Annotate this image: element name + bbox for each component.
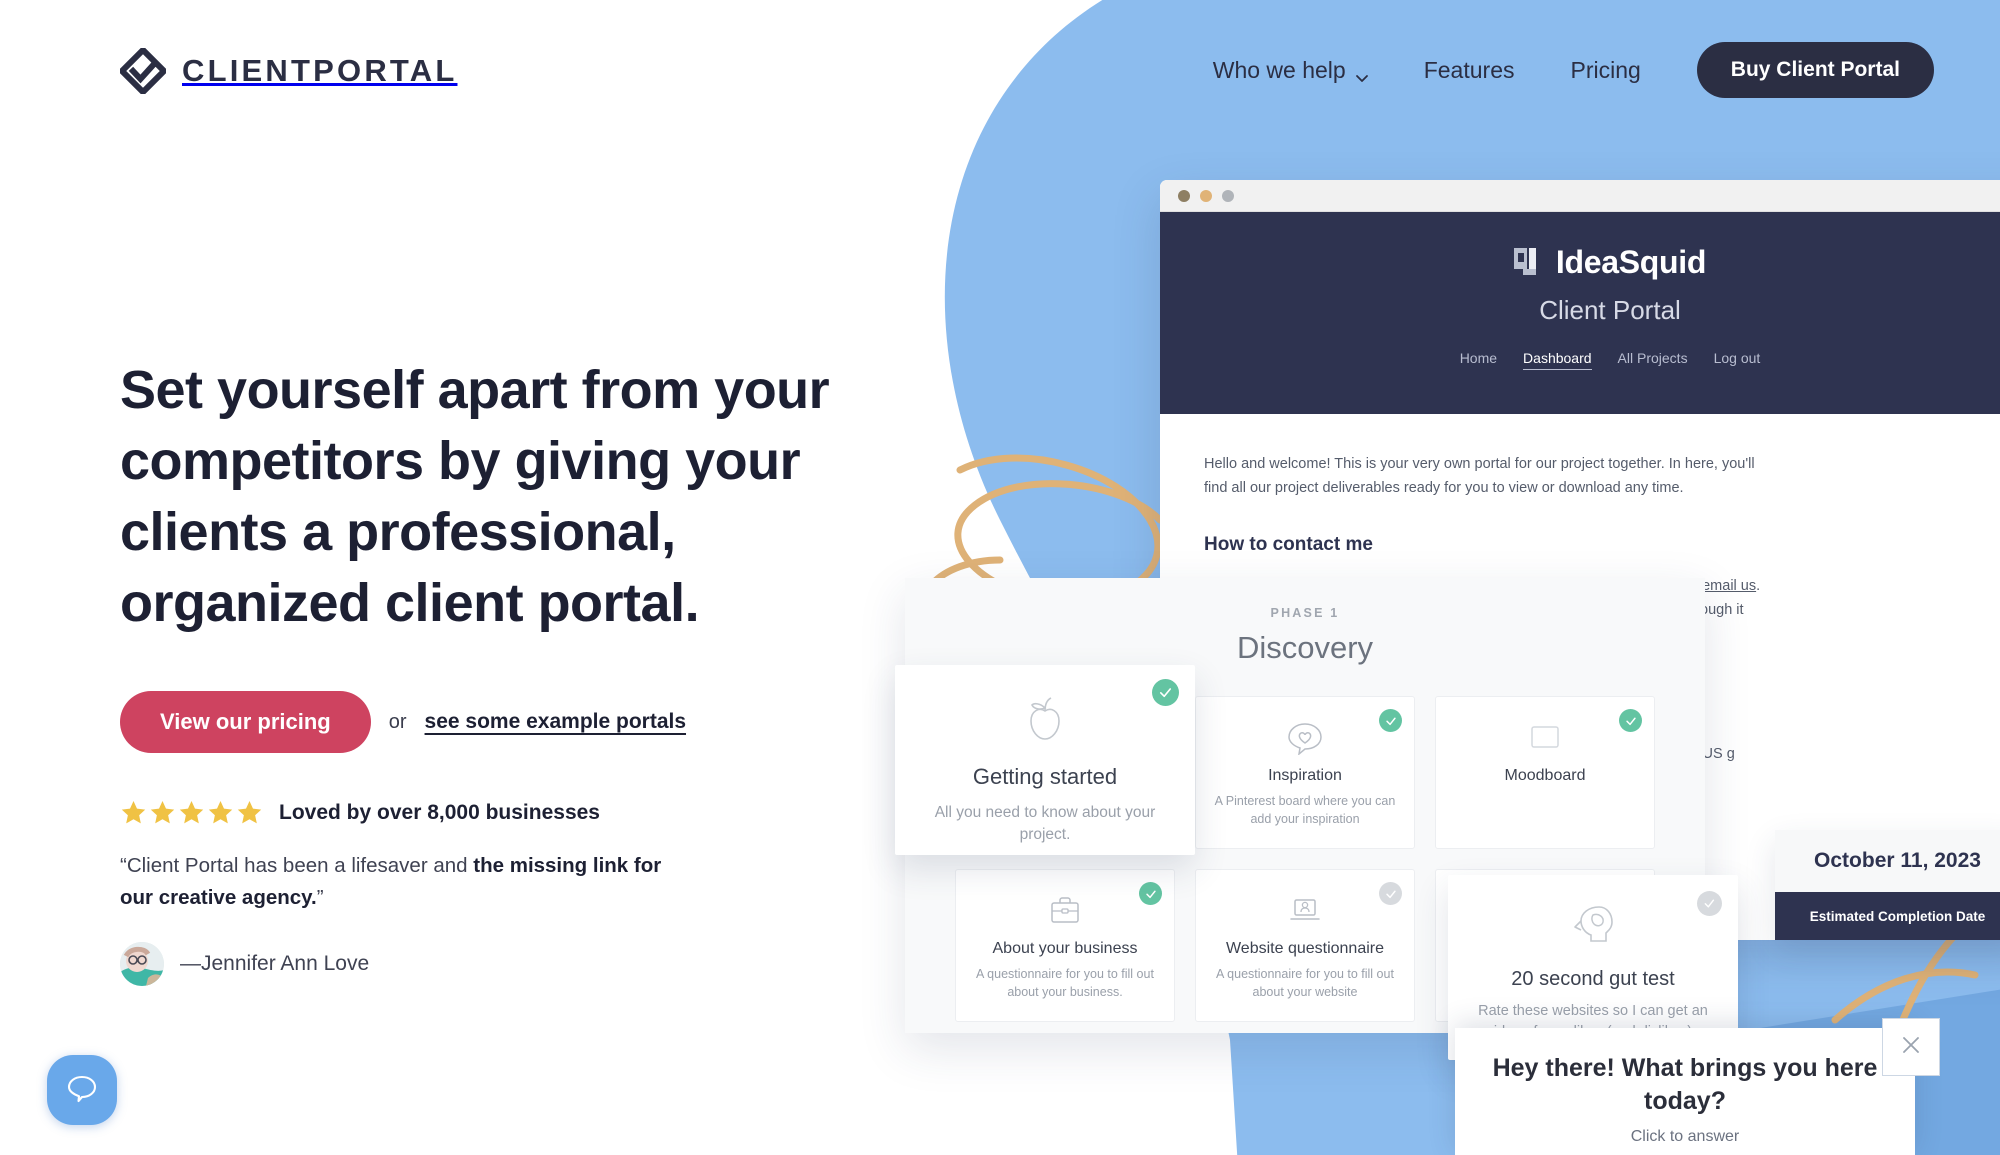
chat-launcher-button[interactable] [47,1055,117,1125]
portal-nav-dashboard[interactable]: Dashboard [1523,350,1592,370]
diamond-check-icon [117,45,169,97]
card-title: Inspiration [1268,767,1342,784]
check-icon [1152,679,1179,706]
check-icon-incomplete [1697,891,1722,916]
completion-date-label-bar: Estimated Completion Date [1775,892,2000,940]
rating-row: Loved by over 8,000 businesses [120,799,880,826]
star-icon [149,799,176,826]
head-brain-icon [1569,906,1617,953]
deliverable-card[interactable]: Inspiration A Pinterest board where you … [1195,696,1415,849]
portal-contact-heading: How to contact me [1204,534,1373,555]
check-icon-incomplete [1379,882,1402,905]
window-maximize-dot-icon[interactable] [1222,189,1234,202]
landing-page: CLIENTPORTAL Who we help Features Pricin… [0,0,2000,1155]
testimonial-quote: “Client Portal has been a lifesaver and … [120,850,665,914]
logo-text: CLIENTPORTAL [182,53,458,88]
star-icon [236,799,263,826]
apple-icon [1020,697,1070,747]
card-description: A questionnaire for you to fill out abou… [976,967,1154,999]
phase-eyebrow: PHASE 1 [1270,606,1340,620]
star-icon [178,799,205,826]
portal-intro-paragraph: Hello and welcome! This is your very own… [1204,456,1755,496]
deliverable-card[interactable]: Moodboard [1435,696,1655,849]
star-icon [120,799,147,826]
quote-tail: ” [316,886,324,909]
site-header: CLIENTPORTAL Who we help Features Pricin… [0,0,2000,150]
window-minimize-dot-icon[interactable] [1200,189,1212,202]
chat-subtitle: Click to answer [1630,1128,1740,1145]
quote-lead: “Client Portal has been a lifesaver and [120,854,474,877]
nav-label: Features [1423,56,1515,83]
star-icon [207,799,234,826]
nav-item-features[interactable]: Features [1396,57,1543,84]
chat-question: Hey there! What brings you here today? [1492,1054,1878,1115]
nav-item-who-we-help[interactable]: Who we help [1185,57,1396,84]
chat-close-button[interactable] [1882,1018,1940,1076]
main-navigation: Who we help Features Pricing Buy Client … [1185,42,1934,98]
card-description: A questionnaire for you to fill out abou… [1216,967,1394,999]
view-pricing-button[interactable]: View our pricing [120,691,371,753]
check-icon [1139,882,1162,905]
card-title: 20 second gut test [1511,968,1675,990]
speech-bubble-icon [65,1071,99,1110]
card-title: About your business [992,940,1138,957]
deliverable-card[interactable]: About your business A questionnaire for … [955,869,1175,1022]
rating-label: Loved by over 8,000 businesses [279,800,600,824]
cta-or-label: or [388,710,407,733]
hero-section: Set yourself apart from your competitors… [120,355,880,986]
nav-label: Pricing [1570,56,1641,83]
phase-title: Discovery [1236,630,1374,665]
card-description: All you need to know about your project. [934,804,1156,843]
completion-date-value: October 11, 2023 [1814,849,1981,872]
portal-app-name: IdeaSquid [1555,244,1707,280]
avatar [120,942,164,986]
buy-client-portal-button[interactable]: Buy Client Portal [1696,42,1934,98]
portal-nav-home[interactable]: Home [1460,350,1497,370]
laptop-person-icon [1210,892,1400,930]
completion-date-value-wrap: October 11, 2023 [1775,830,2000,892]
card-description: A Pinterest board where you can add your… [1214,794,1396,826]
nav-label: Who we help [1212,56,1346,83]
browser-titlebar [1160,180,2000,212]
attribution-name: —Jennifer Ann Love [180,952,370,975]
briefcase-icon [970,892,1160,930]
chat-prompt-popup[interactable]: Hey there! What brings you here today? C… [1455,1028,1915,1155]
card-title: Moodboard [1504,767,1586,784]
portal-nav-all-projects[interactable]: All Projects [1618,350,1688,370]
page-title: Set yourself apart from your competitors… [120,360,830,633]
deliverable-card[interactable]: Website questionnaire A questionnaire fo… [1195,869,1415,1022]
email-us-link[interactable]: email us [1702,578,1756,594]
window-close-dot-icon[interactable] [1178,189,1190,202]
chevron-down-icon [1355,64,1368,82]
portal-page-title: Client Portal [1539,295,1681,325]
completion-date-label: Estimated Completion Date [1809,908,1986,924]
completion-date-card: October 11, 2023 Estimated Completion Da… [1775,830,2000,940]
board-icon [1450,719,1640,757]
nav-item-pricing[interactable]: Pricing [1542,57,1668,84]
example-portals-link[interactable]: see some example portals [425,710,686,734]
portal-brand: IdeaSquid [1513,244,1707,281]
portal-nav-log-out[interactable]: Log out [1714,350,1761,370]
portal-navigation: Home Dashboard All Projects Log out [1460,350,1761,370]
hero-cta-row: View our pricing or see some example por… [120,691,880,753]
check-icon [1619,709,1642,732]
getting-started-card[interactable]: Getting started All you need to know abo… [895,665,1195,855]
check-icon [1379,709,1402,732]
squid-blocks-icon [1513,247,1544,278]
card-title: Getting started [972,764,1118,789]
testimonial-attribution: —Jennifer Ann Love [120,942,880,986]
portal-header: IdeaSquid Client Portal Home Dashboard A… [1160,212,2000,414]
close-icon [1899,1033,1923,1062]
speech-heart-icon [1210,719,1400,757]
logo[interactable]: CLIENTPORTAL [117,45,458,97]
star-rating [120,799,263,826]
card-title: Website questionnaire [1225,940,1385,957]
